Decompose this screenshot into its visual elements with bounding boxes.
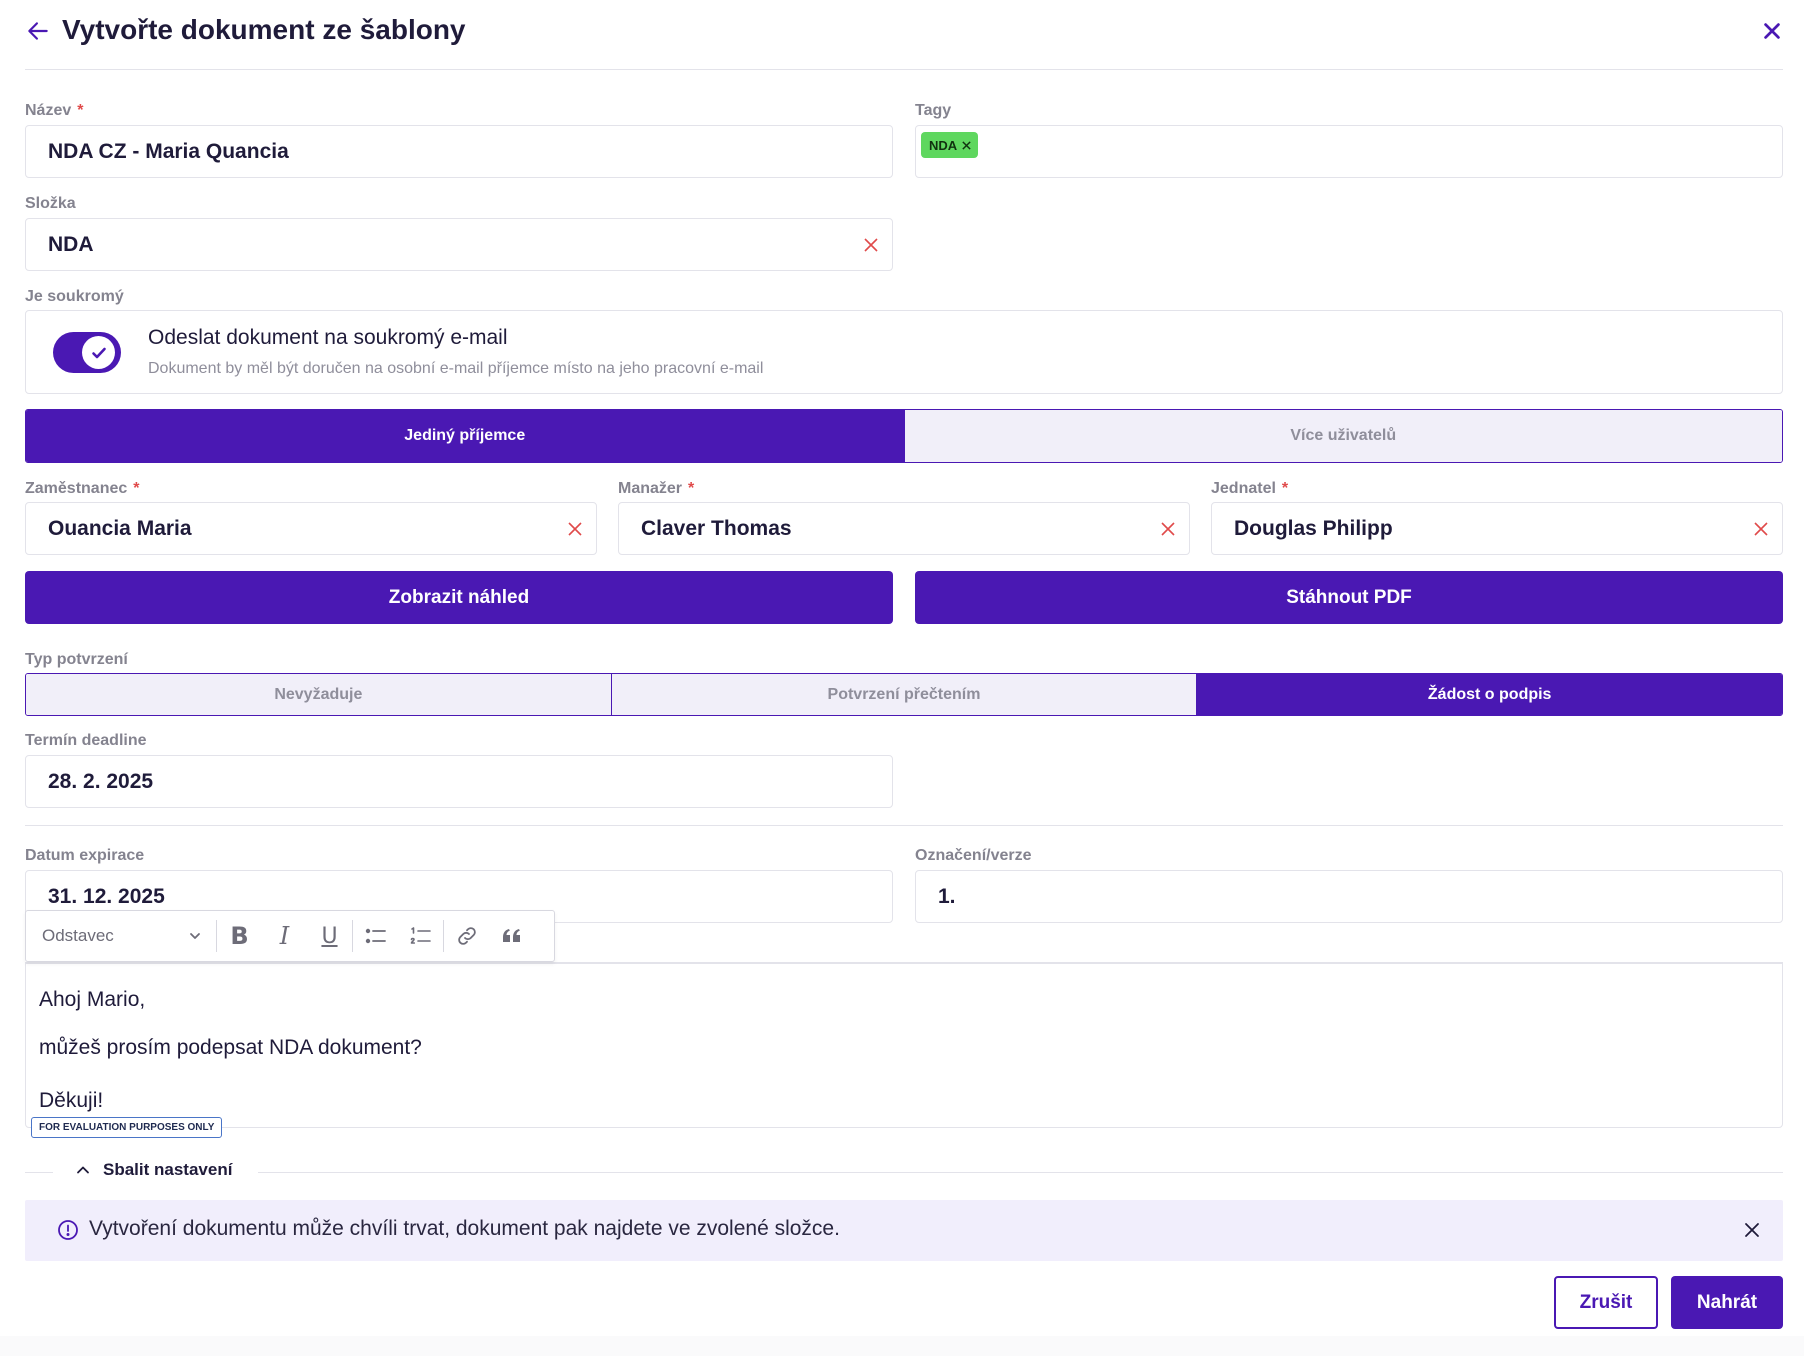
executive-value: Douglas Philipp xyxy=(1234,517,1393,540)
name-value: NDA CZ - Maria Quancia xyxy=(48,140,289,163)
employee-select[interactable]: Ouancia Maria xyxy=(25,502,597,555)
no-confirmation-button[interactable]: Nevyžaduje xyxy=(26,674,612,715)
message-editor[interactable]: Ahoj Mario, můžeš prosím podepsat NDA do… xyxy=(25,962,1783,1128)
expiration-label: Datum expirace xyxy=(25,847,145,864)
upload-button[interactable]: Nahrát xyxy=(1671,1276,1783,1329)
bullet-list-icon xyxy=(365,928,386,944)
collapse-settings-button[interactable]: Sbalit nastavení xyxy=(75,1160,232,1180)
info-icon xyxy=(58,1220,78,1240)
clear-icon[interactable] xyxy=(1752,520,1770,538)
deadline-input[interactable]: 28. 2. 2025 xyxy=(25,755,893,808)
paragraph-style-value: Odstavec xyxy=(42,926,114,945)
link-button[interactable] xyxy=(444,911,489,961)
chevron-up-icon xyxy=(77,1166,89,1174)
editor-line: Děkuji! xyxy=(39,1089,104,1112)
multiple-users-button[interactable]: Více uživatelů xyxy=(904,410,1782,462)
private-email-description: Dokument by měl být doručen na osobní e-… xyxy=(148,360,764,377)
clear-icon[interactable] xyxy=(566,520,584,538)
folder-label: Složka xyxy=(25,195,76,212)
close-icon[interactable] xyxy=(1743,1221,1761,1239)
paragraph-style-select[interactable]: Odstavec xyxy=(26,911,216,961)
info-banner: Vytvoření dokumentu může chvíli trvat, d… xyxy=(25,1200,1783,1261)
private-email-toggle[interactable] xyxy=(53,332,121,373)
employee-label: Zaměstnanec * xyxy=(25,480,140,497)
tags-label: Tagy xyxy=(915,102,952,119)
recipient-mode-switch: Jediný příjemce Více uživatelů xyxy=(25,409,1783,463)
employee-value: Ouancia Maria xyxy=(48,517,192,540)
version-label: Označení/verze xyxy=(915,847,1032,864)
confirmation-type-label: Typ potvrzení xyxy=(25,651,128,668)
private-email-option: Odeslat dokument na soukromý e-mail Doku… xyxy=(25,310,1783,394)
executive-select[interactable]: Douglas Philipp xyxy=(1211,502,1783,555)
tag-chip-nda: NDA xyxy=(921,132,979,158)
version-input[interactable]: 1. xyxy=(915,870,1783,923)
private-label: Je soukromý xyxy=(25,288,124,305)
expiration-value: 31. 12. 2025 xyxy=(48,885,165,908)
preview-button[interactable]: Zobrazit náhled xyxy=(25,571,893,624)
download-pdf-button[interactable]: Stáhnout PDF xyxy=(915,571,1783,624)
toggle-knob xyxy=(82,336,115,369)
collapse-divider-left xyxy=(25,1172,53,1173)
underline-button[interactable]: U xyxy=(307,911,352,961)
tags-input[interactable]: NDA xyxy=(915,125,1783,178)
collapse-divider-right xyxy=(258,1172,1783,1173)
editor-toolbar: Odstavec B I U xyxy=(25,910,555,962)
arrow-left-icon[interactable] xyxy=(25,18,51,44)
chevron-down-icon xyxy=(190,933,200,939)
section-divider xyxy=(25,825,1783,826)
info-text: Vytvoření dokumentu může chvíli trvat, d… xyxy=(89,1217,840,1240)
signature-request-button[interactable]: Žádost o podpis xyxy=(1197,674,1782,715)
close-icon[interactable] xyxy=(1761,20,1783,42)
page-title: Vytvořte dokument ze šablony xyxy=(62,14,466,45)
remove-tag-icon[interactable] xyxy=(961,140,972,151)
folder-value: NDA xyxy=(48,233,94,256)
name-input[interactable]: NDA CZ - Maria Quancia xyxy=(25,125,893,178)
name-label: Název * xyxy=(25,102,84,119)
editor-line: můžeš prosím podepsat NDA dokument? xyxy=(39,1036,422,1059)
tag-chip-label: NDA xyxy=(929,137,958,153)
manager-value: Claver Thomas xyxy=(641,517,792,540)
bullet-list-button[interactable] xyxy=(353,911,398,961)
single-recipient-button[interactable]: Jediný příjemce xyxy=(26,410,905,462)
read-confirmation-button[interactable]: Potvrzení přečtením xyxy=(611,674,1198,715)
manager-select[interactable]: Claver Thomas xyxy=(618,502,1190,555)
collapse-settings-label: Sbalit nastavení xyxy=(103,1160,233,1179)
link-icon xyxy=(457,927,476,945)
confirmation-type-switch: Nevyžaduje Potvrzení přečtením Žádost o … xyxy=(25,673,1783,716)
check-icon xyxy=(91,347,106,358)
numbered-list-button[interactable] xyxy=(398,911,443,961)
quote-icon xyxy=(502,929,520,942)
private-email-title: Odeslat dokument na soukromý e-mail xyxy=(148,326,508,349)
deadline-label: Termín deadline xyxy=(25,732,147,749)
bold-button[interactable]: B xyxy=(217,911,262,961)
page-bottom-area xyxy=(0,1336,1804,1356)
manager-label: Manažer * xyxy=(618,480,695,497)
clear-icon[interactable] xyxy=(862,236,880,254)
italic-button[interactable]: I xyxy=(262,911,307,961)
deadline-value: 28. 2. 2025 xyxy=(48,770,154,793)
editor-line: Ahoj Mario, xyxy=(39,988,146,1011)
italic-icon: I xyxy=(279,922,290,950)
required-mark: * xyxy=(77,102,84,119)
evaluation-watermark: FOR EVALUATION PURPOSES ONLY xyxy=(31,1117,223,1138)
dialog-header: Vytvořte dokument ze šablony xyxy=(25,0,1783,70)
numbered-list-icon xyxy=(410,927,431,944)
bold-icon: B xyxy=(230,922,249,950)
folder-select[interactable]: NDA xyxy=(25,218,893,271)
cancel-button[interactable]: Zrušit xyxy=(1554,1276,1658,1329)
underline-icon: U xyxy=(321,923,338,949)
clear-icon[interactable] xyxy=(1159,520,1177,538)
version-value: 1. xyxy=(938,885,956,908)
executive-label: Jednatel * xyxy=(1211,480,1289,497)
blockquote-button[interactable] xyxy=(489,911,534,961)
